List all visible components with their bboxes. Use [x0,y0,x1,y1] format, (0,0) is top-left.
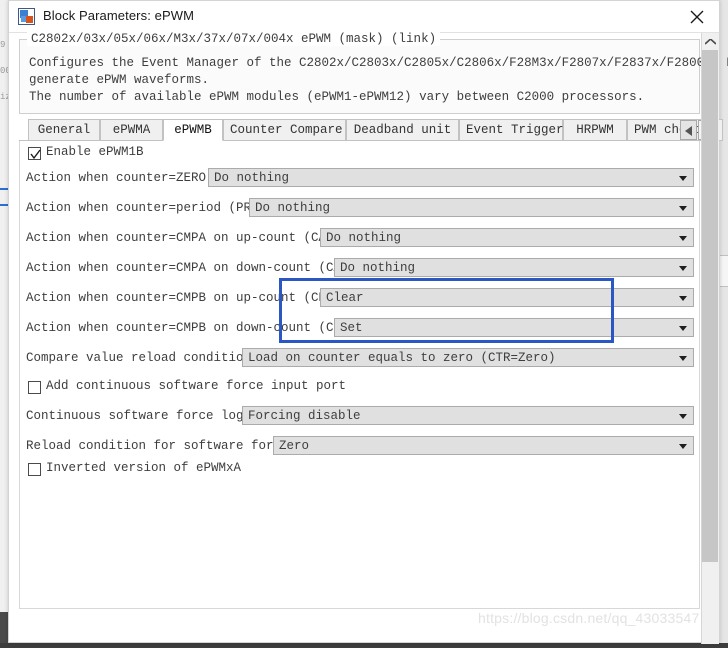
watermark-text: https://blog.csdn.net/qq_43033547 [478,610,700,626]
combo-compare-reload[interactable]: Load on counter equals to zero (CTR=Zero… [242,348,694,367]
chevron-down-icon [679,356,687,361]
combo-value: Do nothing [214,171,290,185]
checkbox-box [28,147,41,160]
chevron-down-icon [679,444,687,449]
mask-description-line: Configures the Event Manager of the C280… [29,56,728,70]
chevron-down-icon [679,296,687,301]
chevron-down-icon [679,176,687,181]
label-force-logic: Continuous software force logic: [26,409,267,423]
combo-value: Set [340,321,363,335]
label-compare-reload: Compare value reload condition: [26,351,259,365]
chevron-down-icon [679,236,687,241]
chevron-down-icon [679,326,687,331]
block-parameters-dialog: Block Parameters: ePWM C2802x/03x/05x/06… [8,0,728,644]
tab-epwma[interactable]: ePWMA [100,119,163,141]
checkbox-box [28,463,41,476]
dialog-titlebar: Block Parameters: ePWM [9,1,719,33]
combo-value: Forcing disable [248,409,361,423]
mask-description-text: Configures the Event Manager of the C280… [29,55,728,106]
dialog-title: Block Parameters: ePWM [43,8,195,23]
combo-action-cbd[interactable]: Set [334,318,694,337]
add-force-port-label: Add continuous software force input port [46,379,347,393]
tab-hrpwm[interactable]: HRPWM [563,119,627,141]
simulink-block-icon [18,8,35,25]
mask-description-legend: C2802x/03x/05x/06x/M3x/37x/07x/004x ePWM… [27,32,441,46]
tab-deadband-unit[interactable]: Deadband unit [346,119,459,141]
tab-event-trigger[interactable]: Event Trigger [459,119,564,141]
scrollbar-thumb[interactable] [702,50,718,562]
label-action-cbu: Action when counter=CMPB on up-count (CB… [26,291,349,305]
vertical-scrollbar[interactable] [701,33,719,644]
combo-value: Do nothing [340,261,416,275]
label-reload-condition: Reload condition for software force: [26,439,297,453]
mask-description-line: The number of available ePWM modules (eP… [29,90,645,104]
label-action-zero: Action when counter=ZERO: [26,171,214,185]
chevron-up-icon[interactable] [702,33,718,50]
combo-action-cad[interactable]: Do nothing [334,258,694,277]
label-action-cad: Action when counter=CMPA on down-count (… [26,261,364,275]
triangle-left-icon[interactable] [680,120,697,140]
label-action-cau: Action when counter=CMPA on up-count (CA… [26,231,349,245]
label-action-prd: Action when counter=period (PRD): [26,201,274,215]
combo-value: Do nothing [326,231,402,245]
mask-description-line: generate ePWM waveforms. [29,73,210,87]
label-action-cbd: Action when counter=CMPB on down-count (… [26,321,364,335]
tab-strip: General ePWMA ePWMB Counter Compare Dead… [19,119,723,141]
combo-action-cau[interactable]: Do nothing [320,228,694,247]
tab-counter-compare[interactable]: Counter Compare [223,119,346,141]
background-bottom-bar [0,643,728,648]
combo-value: Clear [326,291,364,305]
combo-value: Zero [279,439,310,453]
combo-value: Load on counter equals to zero (CTR=Zero… [248,351,556,365]
chevron-down-icon [679,266,687,271]
combo-force-logic[interactable]: Forcing disable [242,406,694,425]
combo-action-cbu[interactable]: Clear [320,288,694,307]
combo-action-prd[interactable]: Do nothing [249,198,694,217]
tab-general[interactable]: General [28,119,100,141]
tab-panel-epwmb: Enable ePWM1B Action when counter=ZERO: … [19,141,700,609]
combo-action-zero[interactable]: Do nothing [208,168,694,187]
combo-value: Do nothing [255,201,331,215]
tab-epwmb[interactable]: ePWMB [163,119,223,141]
enable-epwm1b-label: Enable ePWM1B [46,145,144,159]
chevron-down-icon [679,414,687,419]
combo-reload-condition[interactable]: Zero [273,436,694,455]
close-icon[interactable] [675,1,719,32]
inverted-epwmxa-label: Inverted version of ePWMxA [46,461,242,475]
checkbox-box [28,381,41,394]
chevron-down-icon [679,206,687,211]
